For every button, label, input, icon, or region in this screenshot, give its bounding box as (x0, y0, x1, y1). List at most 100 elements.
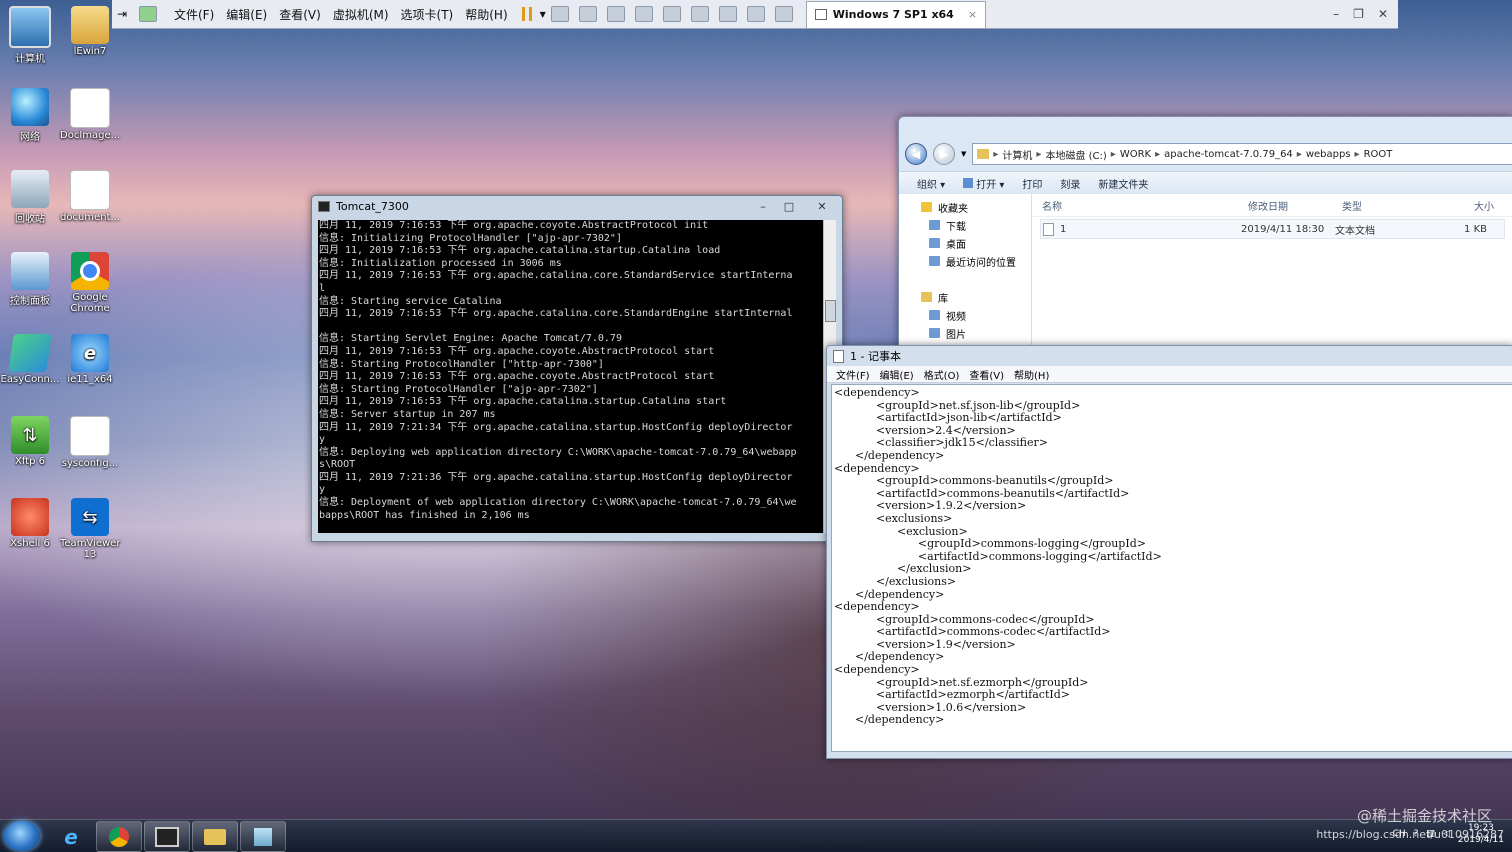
breadcrumb-work[interactable]: WORK (1120, 149, 1151, 160)
notepad-text-area[interactable]: <dependency> <groupId>net.sf.json-lib</g… (831, 384, 1512, 752)
desktop-icon-sysconfig[interactable]: sysconfig... (60, 416, 120, 469)
nav-libraries[interactable]: 库 (899, 288, 1031, 306)
close-icon[interactable]: ✕ (1378, 7, 1388, 21)
file-row[interactable]: 1 2019/4/11 18:30 文本文档 1 KB (1040, 219, 1505, 239)
nav-recent-places[interactable]: 最近访问的位置 (899, 252, 1031, 270)
desktop-icon-teamviewer[interactable]: ⇆ TeamViewer 13 (60, 498, 120, 560)
taskbar-chrome[interactable] (96, 821, 142, 852)
taskbar-explorer[interactable] (192, 821, 238, 852)
start-button[interactable] (4, 821, 40, 851)
library-view-icon[interactable] (662, 6, 681, 22)
desktop-icon-recycle-bin[interactable]: 回收站 (0, 170, 60, 225)
console-line: 四月 11, 2019 7:21:36 下午 org.apache.catali… (319, 471, 793, 483)
desktop-icon-label: 回收站 (15, 214, 45, 225)
desktop-icon-document[interactable]: document... (60, 170, 120, 223)
scrollbar-thumb[interactable] (825, 300, 836, 322)
menu-help[interactable]: 帮助(H) (1009, 367, 1054, 382)
minimize-icon[interactable]: – (750, 198, 776, 214)
unity-icon[interactable] (746, 6, 765, 22)
vm-menu-tabs[interactable]: 选项卡(T) (395, 6, 460, 23)
document-icon (70, 416, 110, 456)
vm-menu-view[interactable]: 查看(V) (273, 6, 327, 23)
forward-icon[interactable]: ▶ (933, 143, 955, 165)
snapshot-manager-icon[interactable] (634, 6, 653, 22)
breadcrumb-root[interactable]: ROOT (1364, 149, 1393, 160)
desktop-icon-network[interactable]: 网络 (0, 88, 60, 143)
desktop-icon-ie11[interactable]: e ie11_x64 (60, 334, 120, 385)
taskbar-console[interactable] (144, 821, 190, 852)
recent-pages-icon[interactable]: ▼ (961, 150, 966, 158)
desktop-icon-label: Google Chrome (70, 292, 110, 314)
thumbnail-view-icon[interactable] (690, 6, 709, 22)
vm-menu-vm[interactable]: 虚拟机(M) (327, 6, 395, 23)
nav-label: 最近访问的位置 (946, 257, 1016, 269)
revert-snapshot-icon[interactable] (606, 6, 625, 22)
column-type[interactable]: 类型 (1342, 198, 1436, 213)
console-line: 四月 11, 2019 7:16:53 下午 org.apache.coyote… (319, 220, 709, 231)
column-modified[interactable]: 修改日期 (1248, 198, 1342, 213)
desktop-icon-computer[interactable]: 计算机 (0, 6, 60, 65)
nav-videos[interactable]: 视频 (899, 306, 1031, 324)
tomcat-titlebar[interactable]: Tomcat_7300 – □ ✕ (312, 196, 842, 216)
desktop-icon-label: TeamViewer 13 (60, 538, 121, 560)
taskbar-ie[interactable]: e (48, 821, 94, 852)
close-icon[interactable]: ✕ (802, 198, 842, 214)
network-icon (11, 88, 49, 126)
send-keys-icon[interactable] (550, 6, 569, 22)
vm-toolbar: ⇥ 文件(F) 编辑(E) 查看(V) 虚拟机(M) 选项卡(T) 帮助(H) … (112, 0, 1398, 29)
restore-icon[interactable]: ❐ (1353, 7, 1364, 21)
nav-desktop[interactable]: 桌面 (899, 234, 1031, 252)
new-folder-button[interactable]: 新建文件夹 (1098, 176, 1148, 191)
menu-view[interactable]: 查看(V) (964, 367, 1009, 382)
desktop-icon-control-panel[interactable]: 控制面板 (0, 252, 60, 307)
breadcrumb-computer[interactable]: 计算机 (1002, 147, 1032, 162)
breadcrumb-drive-c[interactable]: 本地磁盘 (C:) (1045, 147, 1106, 162)
nav-pictures[interactable]: 图片 (899, 324, 1031, 342)
minimize-icon[interactable]: – (1333, 7, 1339, 21)
menu-file[interactable]: 文件(F) (831, 367, 875, 382)
tomcat-console-window: Tomcat_7300 – □ ✕ 四月 11, 2019 7:16:53 下午… (311, 195, 843, 542)
column-name[interactable]: 名称 (1032, 198, 1248, 213)
back-icon[interactable]: ◀ (905, 143, 927, 165)
desktop-icon-lewin7[interactable]: lEwin7 (60, 6, 120, 57)
file-modified: 2019/4/11 18:30 (1241, 223, 1325, 235)
menu-edit[interactable]: 编辑(E) (875, 367, 919, 382)
desktop-icon-docimage[interactable]: DocImage... (60, 88, 120, 141)
fullscreen-icon[interactable] (718, 6, 737, 22)
desktop-icon-xftp[interactable]: ⇅ Xftp 6 (0, 416, 60, 467)
maximize-icon[interactable]: □ (776, 198, 802, 214)
desktop-icon-label: 控制面板 (10, 296, 50, 307)
menu-format[interactable]: 格式(O) (919, 367, 965, 382)
console-view-icon[interactable] (774, 6, 793, 22)
tab-close-icon[interactable]: × (968, 8, 977, 21)
vm-menu-edit[interactable]: 编辑(E) (220, 6, 273, 23)
chevron-down-icon[interactable]: ▼ (540, 10, 546, 19)
organize-button[interactable]: 组织 ▾ (917, 176, 945, 191)
pause-icon[interactable] (521, 7, 532, 21)
breadcrumb-webapps[interactable]: webapps (1306, 149, 1351, 160)
desktop-icon-easyconnect[interactable]: EasyConn... (0, 334, 60, 385)
open-button[interactable]: 打开 ▾ (963, 176, 1004, 191)
vm-tab-title: Windows 7 SP1 x64 (832, 8, 954, 21)
desktop-icon-xshell[interactable]: Xshell 6 (0, 498, 60, 549)
column-size[interactable]: 大小 (1436, 198, 1494, 213)
taskbar-notepad[interactable] (240, 821, 286, 852)
breadcrumb-tomcat[interactable]: apache-tomcat-7.0.79_64 (1164, 149, 1293, 160)
console-line: 四月 11, 2019 7:16:53 下午 org.apache.coyote… (319, 345, 715, 357)
console-output[interactable]: 四月 11, 2019 7:16:53 下午 org.apache.coyote… (318, 220, 825, 533)
tab-vm-windows7[interactable]: Windows 7 SP1 x64 × (805, 0, 987, 28)
burn-button[interactable]: 刻录 (1060, 176, 1080, 191)
vm-menu: 文件(F) 编辑(E) 查看(V) 虚拟机(M) 选项卡(T) 帮助(H) (168, 6, 514, 23)
vm-menu-help[interactable]: 帮助(H) (459, 6, 513, 23)
nav-downloads[interactable]: 下载 (899, 216, 1031, 234)
snapshot-icon[interactable] (578, 6, 597, 22)
video-library-icon (929, 310, 940, 320)
vm-menu-file[interactable]: 文件(F) (168, 6, 220, 23)
address-bar[interactable]: ▸ 计算机 ▸ 本地磁盘 (C:) ▸ WORK ▸ apache-tomcat-7.… (972, 143, 1512, 165)
desktop-icon-chrome[interactable]: Google Chrome (60, 252, 120, 314)
notepad-titlebar[interactable]: 1 - 记事本 (827, 346, 1512, 366)
nav-favorites[interactable]: 收藏夹 (899, 198, 1031, 216)
vm-home-icon[interactable] (139, 6, 157, 22)
print-button[interactable]: 打印 (1022, 176, 1042, 191)
pin-icon[interactable]: ⇥ (117, 7, 129, 21)
